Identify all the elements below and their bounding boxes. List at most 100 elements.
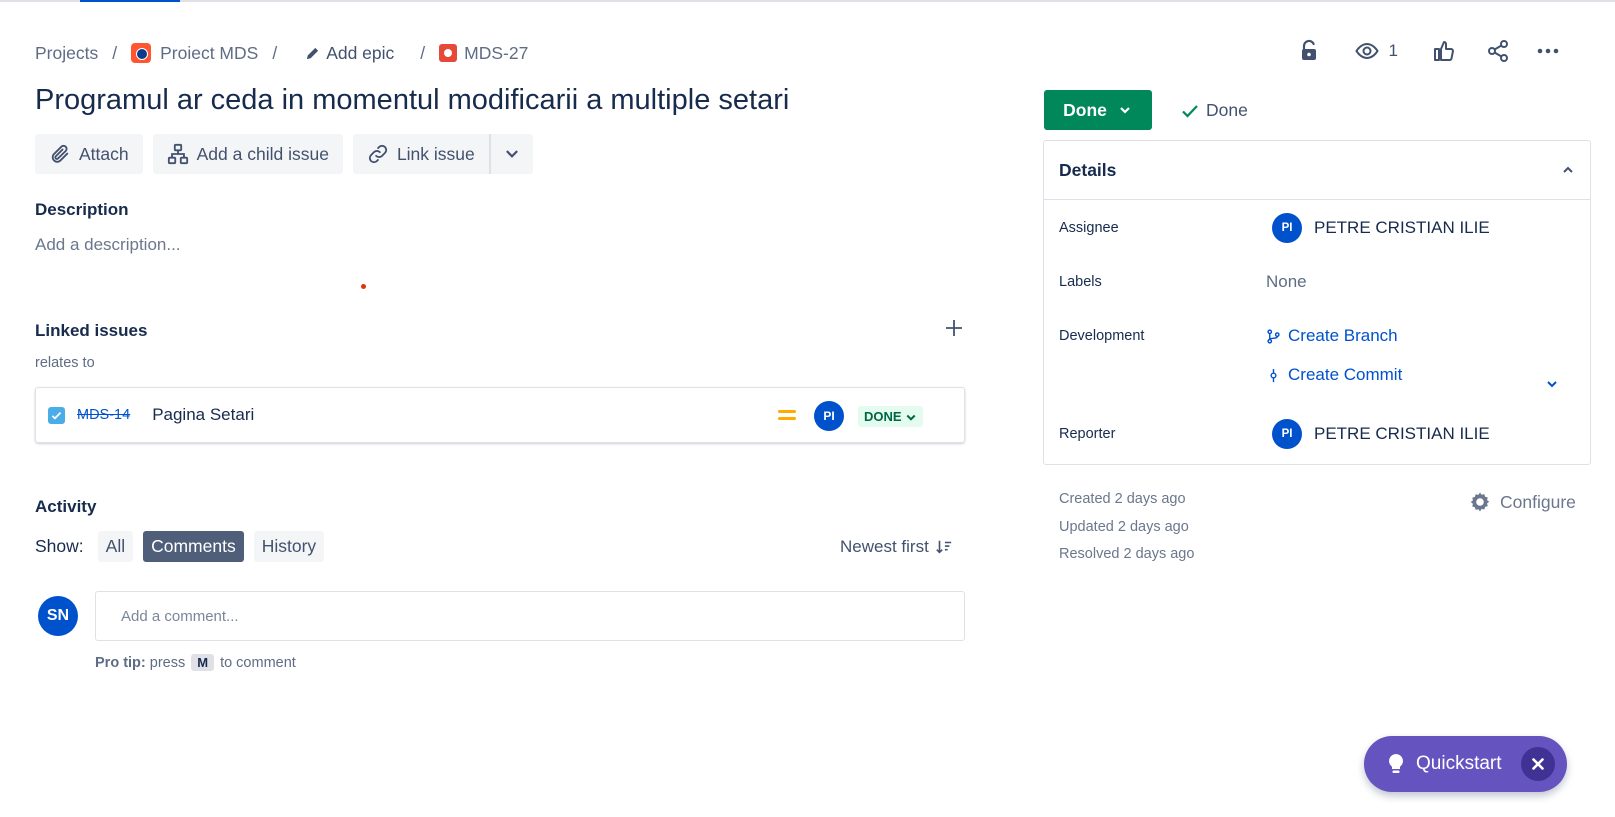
share-button[interactable]: [1486, 34, 1510, 68]
restrict-button[interactable]: [1297, 34, 1321, 68]
plus-icon: [946, 320, 962, 336]
breadcrumb-issue-key[interactable]: MDS-27: [439, 43, 528, 64]
breadcrumb-projects[interactable]: Projects: [35, 43, 98, 64]
attach-button[interactable]: Attach: [35, 134, 143, 174]
quickstart-label: Quickstart: [1416, 753, 1502, 774]
add-child-issue-button[interactable]: Add a child issue: [152, 134, 343, 174]
show-label: Show:: [35, 536, 84, 556]
linked-issue-row[interactable]: MDS-14 Pagina Setari PI DONE: [35, 387, 965, 443]
issue-title[interactable]: Programul ar ceda in momentul modificari…: [35, 84, 789, 117]
eye-icon: [1354, 42, 1379, 60]
linked-issue-summary[interactable]: Pagina Setari: [152, 405, 254, 425]
paperclip-icon: [51, 144, 69, 163]
create-commit-label: Create Commit: [1288, 365, 1403, 384]
check-icon: [1182, 104, 1198, 118]
linked-issue-key[interactable]: MDS-14: [77, 407, 130, 423]
commit-icon: [1270, 368, 1277, 382]
status-button-label: Done: [1063, 99, 1107, 120]
add-epic-label: Add epic: [326, 42, 395, 63]
development-label: Development: [1059, 328, 1145, 344]
assignee-label: Assignee: [1059, 220, 1119, 236]
priority-medium-icon: [778, 408, 796, 422]
attach-label: Attach: [79, 143, 129, 164]
breadcrumb-separator: /: [272, 42, 278, 63]
branch-icon: [1267, 328, 1280, 344]
breadcrumb-separator: /: [112, 42, 118, 63]
more-apps-dropdown[interactable]: [488, 134, 533, 174]
filter-history[interactable]: History: [253, 531, 325, 562]
chevron-down-icon[interactable]: [1544, 376, 1560, 392]
sort-order-label: Newest first: [840, 537, 929, 556]
reporter-field[interactable]: PI PETRE CRISTIAN ILIE: [1272, 419, 1490, 449]
more-icon: [1537, 48, 1559, 54]
hierarchy-icon: [167, 143, 188, 165]
chevron-up-icon: [1563, 166, 1573, 173]
relation-type: relates to: [35, 355, 95, 371]
comment-input[interactable]: Add a comment...: [95, 591, 965, 641]
reporter-label: Reporter: [1059, 426, 1116, 442]
pencil-icon: [307, 47, 319, 59]
configure-label: Configure: [1500, 491, 1576, 512]
labels-field[interactable]: None: [1266, 272, 1307, 292]
reporter-name: PETRE CRISTIAN ILIE: [1314, 424, 1490, 443]
vote-button[interactable]: [1432, 34, 1456, 68]
quickstart-button[interactable]: Quickstart: [1364, 736, 1567, 792]
lock-icon: [1301, 39, 1316, 60]
shortcut-key: M: [191, 654, 215, 671]
link-icon: [368, 144, 388, 164]
linked-issues-heading: Linked issues: [35, 321, 148, 340]
description-field[interactable]: Add a description...: [35, 235, 181, 255]
linked-issue-status-label: DONE: [864, 409, 902, 424]
link-issue-button[interactable]: Link issue: [352, 134, 489, 174]
details-heading: Details: [1059, 159, 1117, 180]
activity-filters: Show: All Comments History: [35, 531, 334, 562]
configure-button[interactable]: Configure: [1468, 490, 1576, 514]
filter-comments[interactable]: Comments: [143, 531, 244, 562]
chevron-down-icon: [906, 414, 916, 421]
add-epic-button[interactable]: Add epic: [305, 43, 394, 64]
activity-heading: Activity: [35, 497, 97, 516]
chevron-down-icon: [506, 150, 518, 158]
status-transition-button[interactable]: Done: [1044, 90, 1152, 130]
cursor-marker: [361, 284, 366, 289]
details-header[interactable]: Details: [1044, 141, 1590, 200]
linked-issue-status[interactable]: DONE: [858, 406, 923, 427]
created-date: Created 2 days ago: [1059, 491, 1186, 507]
quickstart-close-button[interactable]: [1521, 747, 1555, 781]
watch-button[interactable]: 1: [1354, 34, 1398, 68]
details-panel: Details Assignee PI PETRE CRISTIAN ILIE …: [1043, 140, 1591, 465]
top-nav-underline: [0, 0, 1615, 2]
labels-label: Labels: [1059, 274, 1102, 290]
sort-icon: [936, 540, 951, 554]
like-icon: [1434, 41, 1454, 61]
breadcrumb: Projects / Proiect MDS / Add epic / MDS-…: [35, 41, 528, 65]
assignee-avatar: PI: [1272, 213, 1302, 243]
description-heading: Description: [35, 200, 129, 219]
more-actions-button[interactable]: [1536, 34, 1560, 68]
task-type-icon: [48, 406, 65, 424]
create-branch-label: Create Branch: [1288, 326, 1398, 345]
create-commit-link[interactable]: Create Commit: [1266, 365, 1402, 385]
assignee-field[interactable]: PI PETRE CRISTIAN ILIE: [1272, 213, 1490, 243]
pro-tip-press: press: [149, 654, 186, 671]
filter-all[interactable]: All: [97, 531, 134, 562]
resolution: Done: [1180, 100, 1248, 121]
sort-order-button[interactable]: Newest first: [840, 537, 953, 557]
resolution-label: Done: [1206, 100, 1248, 120]
current-user-avatar: SN: [38, 596, 78, 636]
gear-icon: [1470, 492, 1490, 512]
add-linked-issue-button[interactable]: [942, 316, 966, 340]
breadcrumb-issue-key-label: MDS-27: [464, 42, 529, 63]
create-branch-link[interactable]: Create Branch: [1266, 326, 1398, 346]
issue-top-actions: 1: [1273, 34, 1560, 68]
close-icon: [1532, 758, 1544, 770]
lightbulb-icon: [1389, 754, 1403, 773]
add-child-issue-label: Add a child issue: [196, 143, 329, 164]
updated-date: Updated 2 days ago: [1059, 519, 1189, 535]
link-issue-label: Link issue: [396, 143, 475, 164]
linked-issue-assignee-avatar[interactable]: PI: [814, 401, 844, 431]
resolved-date: Resolved 2 days ago: [1059, 546, 1195, 562]
breadcrumb-project[interactable]: Proiect MDS: [131, 43, 258, 64]
watch-count: 1: [1388, 41, 1398, 60]
share-icon: [1488, 40, 1508, 62]
